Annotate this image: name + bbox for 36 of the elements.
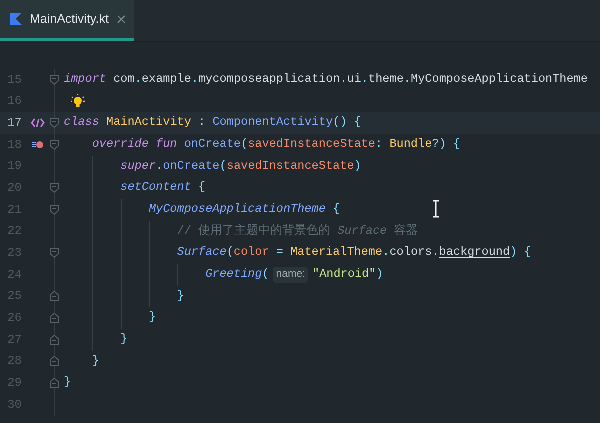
line-number: 17 xyxy=(6,115,22,132)
code-text: "Android") xyxy=(312,266,384,283)
code-text: } xyxy=(177,288,184,305)
fold-marker-icon[interactable] xyxy=(50,74,59,85)
code-text: Greeting( xyxy=(206,266,270,283)
code-text: } xyxy=(120,330,128,348)
inlay-hint: name: xyxy=(273,266,308,283)
code-text: setContent { xyxy=(120,179,206,196)
editor-tab[interactable]: MainActivity.kt xyxy=(0,0,134,41)
code-text: } xyxy=(92,352,100,370)
fold-marker-icon[interactable] xyxy=(50,313,59,324)
fold-marker-icon[interactable] xyxy=(50,204,59,215)
code-text: Surface(color = MaterialTheme.colors.background) { xyxy=(177,244,532,262)
lightbulb-icon[interactable] xyxy=(70,93,86,110)
code-text: super.onCreate(savedInstanceState) xyxy=(120,158,362,175)
fold-marker-icon[interactable] xyxy=(50,291,59,302)
code-text: // 使用了主题中的背景色的 Surface 容器 xyxy=(177,222,418,240)
code-brackets-icon[interactable] xyxy=(31,118,45,128)
code-text: import com.example.mycomposeapplication.ui.theme.MyComposeApplicationTheme xyxy=(64,70,588,88)
fold-marker-icon[interactable] xyxy=(50,378,59,388)
fold-marker-icon[interactable] xyxy=(50,334,59,345)
override-marker-icon[interactable] xyxy=(32,140,44,150)
code-text: } xyxy=(148,309,156,326)
fold-marker-icon[interactable] xyxy=(50,248,59,258)
code-text: } xyxy=(64,374,72,392)
code-text: override fun onCreate(savedInstanceState: Bundle?) { xyxy=(92,136,460,153)
fold-marker-icon[interactable] xyxy=(50,118,59,128)
kotlin-file-icon xyxy=(10,13,22,25)
fold-marker-icon[interactable] xyxy=(50,140,59,150)
code-text: class MainActivity : ComponentActivity() { xyxy=(64,114,362,132)
fold-marker-icon[interactable] xyxy=(50,183,59,194)
text-cursor-icon xyxy=(432,200,440,218)
tab-label: MainActivity.kt xyxy=(30,10,109,28)
close-icon[interactable] xyxy=(116,14,126,24)
fold-marker-icon[interactable] xyxy=(50,356,59,366)
code-text: MyComposeApplicationTheme { xyxy=(148,200,340,218)
